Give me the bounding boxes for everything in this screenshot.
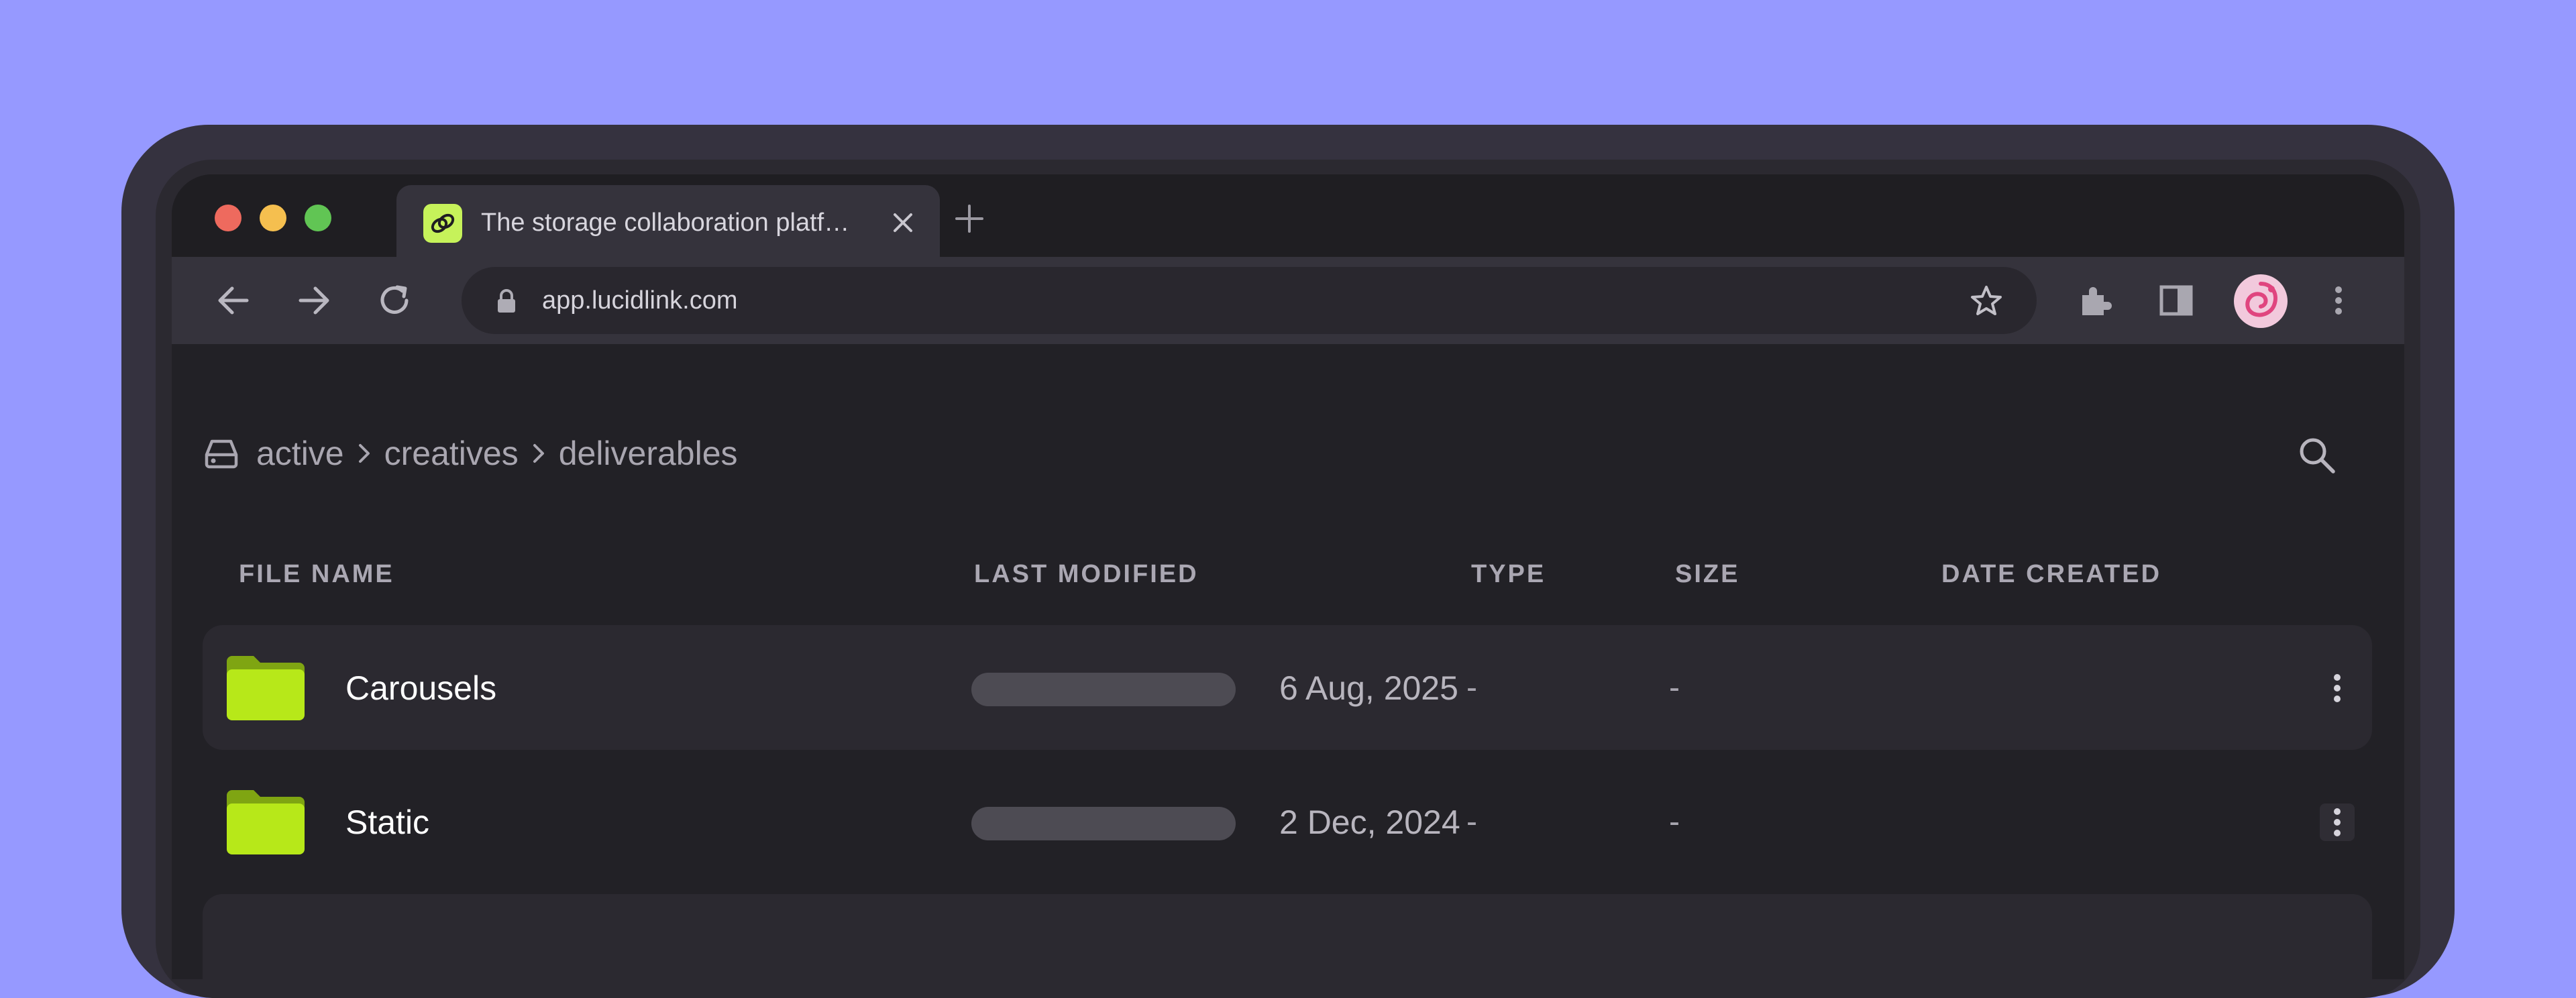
date-created-cell: 6 Aug, 2025 xyxy=(1279,669,1458,707)
file-name[interactable]: Static xyxy=(345,801,429,844)
star-icon[interactable] xyxy=(1968,283,2004,319)
minimize-window-button[interactable] xyxy=(260,205,286,231)
reload-icon[interactable] xyxy=(374,280,415,321)
breadcrumb-item-creatives[interactable]: creatives xyxy=(384,430,519,477)
breadcrumb-item-deliverables[interactable]: deliverables xyxy=(559,430,738,477)
profile-avatar[interactable] xyxy=(2234,274,2288,328)
browser-tab[interactable]: The storage collaboration platf… xyxy=(396,185,940,257)
kebab-icon[interactable] xyxy=(2320,803,2355,841)
column-header-last-modified[interactable]: LAST MODIFIED xyxy=(974,557,1199,591)
extensions-icon[interactable] xyxy=(2076,280,2116,321)
table-row[interactable] xyxy=(203,894,2372,979)
chevron-right-icon xyxy=(344,430,384,477)
type-cell: - xyxy=(1466,804,1477,840)
sidepanel-icon[interactable] xyxy=(2156,280,2196,321)
last-modified-loading-placeholder xyxy=(971,673,1236,706)
close-window-button[interactable] xyxy=(215,205,241,231)
tab-title: The storage collaboration platf… xyxy=(481,209,850,237)
breadcrumb: active creatives deliverables xyxy=(203,430,738,477)
file-name[interactable]: Carousels xyxy=(345,667,496,710)
forward-icon[interactable] xyxy=(294,280,334,321)
table-row[interactable]: Carousels - - 6 Aug, 2025 xyxy=(203,625,2372,750)
tab-strip: The storage collaboration platf… xyxy=(172,174,2404,257)
size-cell: - xyxy=(1669,804,1680,840)
column-header-type[interactable]: TYPE xyxy=(1471,557,1546,591)
lock-icon xyxy=(498,289,515,313)
chevron-right-icon xyxy=(519,430,559,477)
address-bar[interactable]: app.lucidlink.com xyxy=(462,267,2037,334)
browser-toolbar: app.lucidlink.com xyxy=(172,257,2404,344)
size-cell: - xyxy=(1669,670,1680,706)
file-browser-page: active creatives deliverables FILE NAME … xyxy=(172,344,2404,979)
lucidlink-favicon-icon xyxy=(423,204,462,243)
type-cell: - xyxy=(1466,670,1477,706)
maximize-window-button[interactable] xyxy=(305,205,331,231)
kebab-icon[interactable] xyxy=(2318,280,2359,321)
last-modified-loading-placeholder xyxy=(971,807,1236,840)
browser-window: The storage collaboration platf… app.luc… xyxy=(172,174,2404,979)
column-header-date-created[interactable]: DATE CREATED xyxy=(1941,557,2161,591)
close-icon[interactable] xyxy=(890,209,916,236)
folder-icon xyxy=(227,790,305,854)
column-header-file-name[interactable]: FILE NAME xyxy=(239,557,394,591)
new-tab-icon[interactable] xyxy=(954,203,985,234)
date-created-cell: 2 Dec, 2024 xyxy=(1279,803,1460,841)
url-text: app.lucidlink.com xyxy=(542,286,738,315)
drive-icon xyxy=(205,439,238,469)
column-header-size[interactable]: SIZE xyxy=(1675,557,1739,591)
kebab-icon[interactable] xyxy=(2320,669,2355,707)
table-row[interactable]: Static - - 2 Dec, 2024 xyxy=(203,759,2372,884)
folder-icon xyxy=(227,656,305,720)
back-icon[interactable] xyxy=(213,280,254,321)
breadcrumb-item-active[interactable]: active xyxy=(256,430,344,477)
search-icon[interactable] xyxy=(2296,434,2339,477)
